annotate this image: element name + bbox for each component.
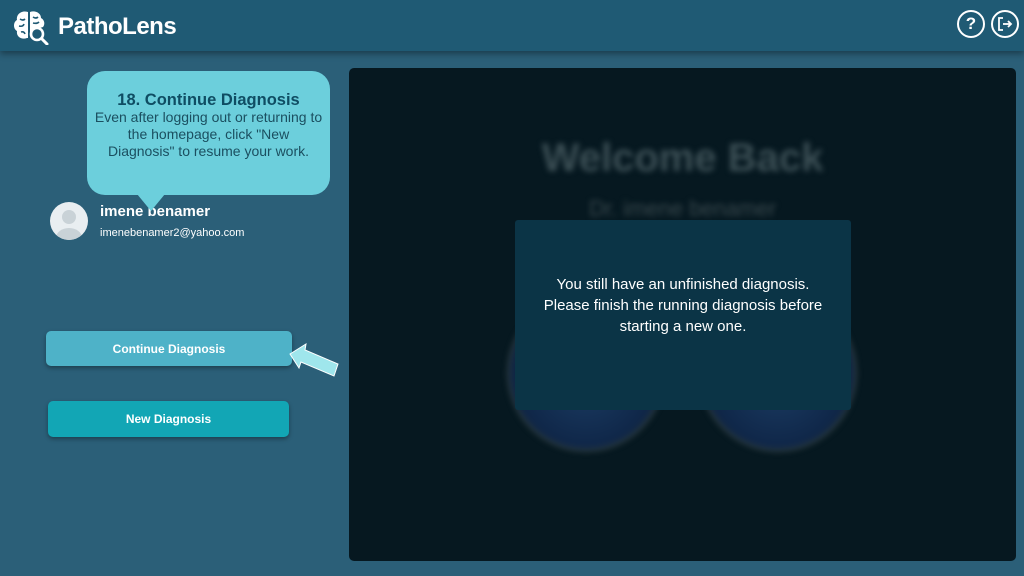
welcome-subtitle: Dr. imene benamer (588, 196, 777, 221)
tooltip-body: Even after logging out or returning to t… (94, 109, 323, 159)
avatar (50, 202, 88, 240)
continue-diagnosis-button[interactable]: Continue Diagnosis (46, 331, 292, 366)
tooltip-title: 18. Continue Diagnosis (117, 91, 300, 109)
question-circle-icon: ? (965, 14, 977, 33)
logout-icon (998, 17, 1013, 31)
unfinished-diagnosis-modal: You still have an unfinished diagnosis. … (515, 220, 851, 410)
new-diagnosis-button[interactable]: New Diagnosis (48, 401, 289, 437)
welcome-title: Welcome Back (541, 136, 824, 180)
app-title: PathoLens (58, 13, 177, 40)
logout-button[interactable] (991, 10, 1019, 38)
brain-search-icon (14, 11, 49, 45)
user-email: imenebenamer2@yahoo.com (100, 227, 245, 239)
modal-line-3: starting a new one. (619, 317, 747, 335)
modal-line-1: You still have an unfinished diagnosis. (556, 275, 810, 293)
tutorial-tooltip: 18. Continue Diagnosis Even after loggin… (87, 71, 330, 211)
help-button[interactable]: ? (957, 10, 985, 38)
user-icon (56, 210, 82, 240)
modal-message: You still have an unfinished diagnosis. … (528, 274, 838, 337)
main-panel: Welcome Back Dr. imene benamer You still… (349, 68, 1016, 561)
arrow-pointer-icon (289, 342, 339, 377)
top-bar: PathoLens ? (0, 0, 1024, 51)
modal-line-2: Please finish the running diagnosis befo… (543, 296, 823, 314)
